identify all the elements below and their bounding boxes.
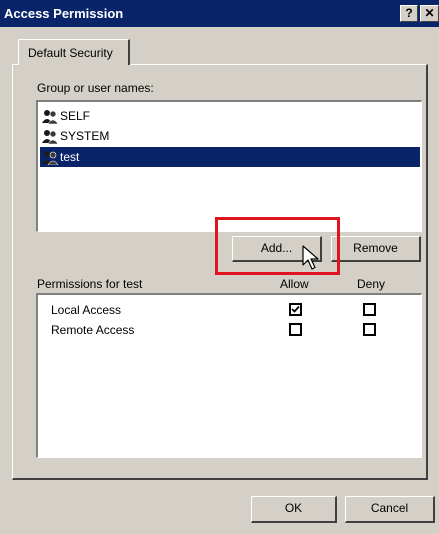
tab-default-security[interactable]: Default Security <box>18 39 130 65</box>
deny-checkbox-local-access[interactable] <box>363 303 376 316</box>
user-name: SYSTEM <box>60 129 110 143</box>
user-item-test[interactable]: test <box>40 147 420 167</box>
permissions-list: Local Access Remote Access <box>36 293 422 458</box>
cancel-button[interactable]: Cancel <box>345 496 435 523</box>
ok-button[interactable]: OK <box>251 496 337 523</box>
group-label: Group or user names: <box>37 81 154 95</box>
user-name: test <box>60 150 80 164</box>
permission-row-local-access: Local Access <box>38 301 418 321</box>
deny-header: Deny <box>357 277 386 291</box>
title-bar: Access Permission ? ✕ <box>0 0 439 27</box>
remove-button[interactable]: Remove <box>331 236 421 262</box>
deny-checkbox-remote-access[interactable] <box>363 323 376 336</box>
close-icon: ✕ <box>424 6 435 20</box>
window-title: Access Permission <box>4 6 124 21</box>
cancel-button-label: Cancel <box>370 501 409 515</box>
permissions-header: Permissions for test <box>37 277 143 291</box>
ok-button-label: OK <box>284 501 303 515</box>
help-button[interactable]: ? <box>400 5 418 22</box>
user-item-system[interactable]: SYSTEM <box>40 126 420 146</box>
permission-row-remote-access: Remote Access <box>38 321 418 341</box>
allow-header: Allow <box>280 277 309 291</box>
highlight-box <box>215 217 340 275</box>
help-icon: ? <box>405 6 413 20</box>
checkmark-icon <box>291 305 300 313</box>
permission-name: Local Access <box>51 303 122 317</box>
allow-checkbox-local-access[interactable] <box>289 303 302 316</box>
access-permission-dialog: Access Permission ? ✕ Default Security G… <box>0 0 439 534</box>
user-group-icon <box>42 130 58 144</box>
user-group-icon <box>42 110 58 124</box>
tab-label: Default Security <box>28 46 113 60</box>
user-list[interactable]: SELF SYSTEM test <box>36 100 422 232</box>
mouse-cursor-icon <box>302 245 319 270</box>
allow-checkbox-remote-access[interactable] <box>289 323 302 336</box>
close-button[interactable]: ✕ <box>420 5 439 22</box>
permission-name: Remote Access <box>51 323 135 337</box>
user-name: SELF <box>60 109 91 123</box>
remove-button-label: Remove <box>353 241 398 255</box>
user-item-self[interactable]: SELF <box>40 106 420 126</box>
user-group-icon <box>42 151 58 165</box>
